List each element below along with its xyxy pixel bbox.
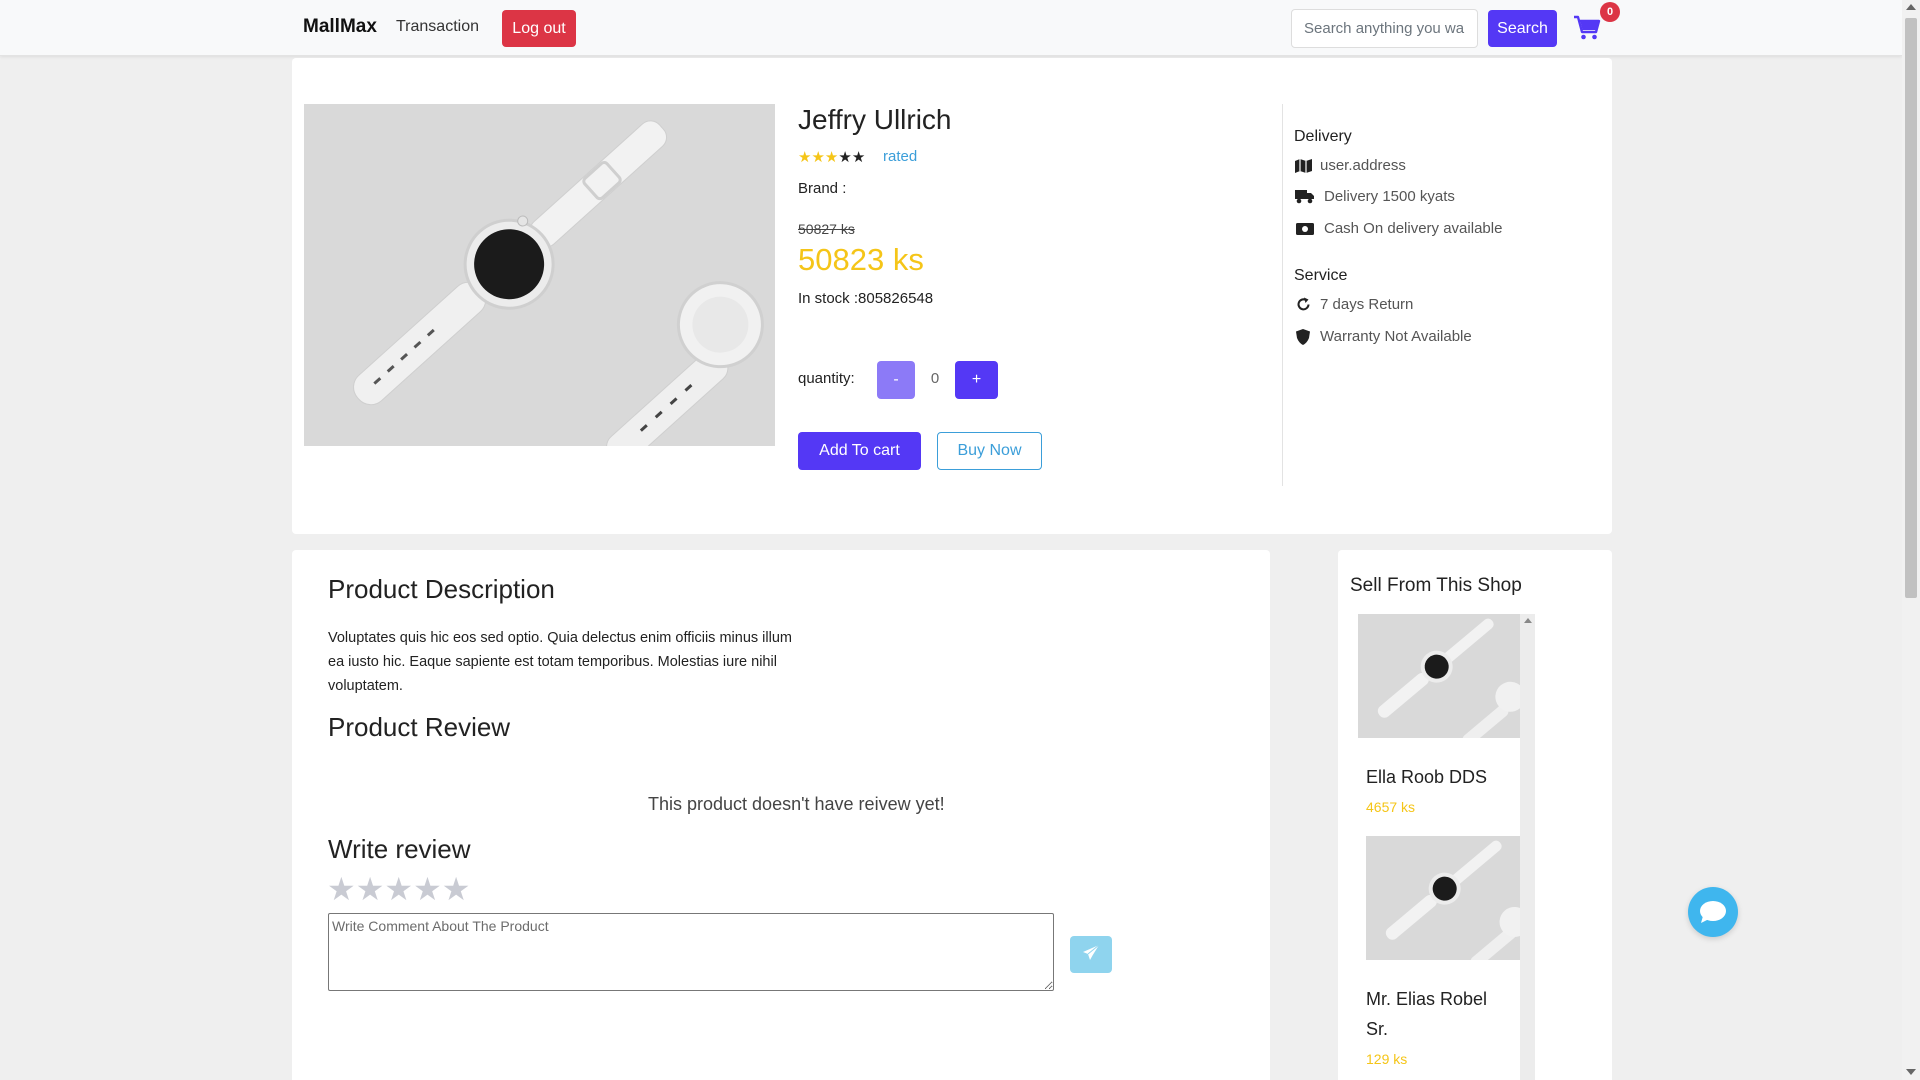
shop-heading: Sell From This Shop	[1350, 575, 1522, 596]
review-heading: Product Review	[328, 712, 511, 742]
add-to-cart-button[interactable]: Add To cart	[798, 432, 921, 470]
quantity-value: 0	[930, 370, 940, 387]
rate-star-icon[interactable]: ★	[356, 871, 385, 907]
delivery-fee: Delivery 1500 kyats	[1324, 188, 1455, 205]
navbar: MallMax Transaction Log out Search 0	[0, 0, 1902, 56]
cash-on-delivery: Cash On delivery available	[1324, 220, 1503, 237]
brand-label: Brand :	[798, 180, 847, 197]
watch-image-icon	[1358, 614, 1520, 738]
quantity-decrease-button[interactable]: -	[877, 361, 915, 399]
star-empty-icon: ★	[851, 149, 866, 166]
search-input[interactable]	[1291, 9, 1478, 48]
cart-icon[interactable]	[1573, 14, 1601, 42]
star-empty-icon: ★	[838, 149, 852, 166]
return-policy: 7 days Return	[1320, 296, 1414, 313]
quantity-label: quantity:	[798, 370, 855, 387]
star-filled-icon: ★	[811, 149, 825, 166]
paper-plane-icon	[1083, 944, 1100, 960]
rate-star-icon[interactable]: ★	[384, 871, 413, 907]
buy-now-button[interactable]: Buy Now	[937, 432, 1042, 470]
return-arrow-icon	[1294, 297, 1312, 313]
search-button[interactable]: Search	[1488, 10, 1557, 47]
star-filled-icon: ★	[824, 149, 839, 166]
truck-icon	[1294, 189, 1316, 205]
delivery-fee-row: Delivery 1500 kyats	[1294, 188, 1455, 205]
warranty-row: Warranty Not Available	[1294, 328, 1472, 345]
cod-row: Cash On delivery available	[1294, 220, 1502, 237]
money-bill-icon	[1294, 221, 1316, 237]
map-icon	[1294, 158, 1312, 174]
review-rating-input: ★★★★★	[327, 870, 470, 908]
logout-button[interactable]: Log out	[502, 10, 576, 47]
stock-info: In stock :805826548	[798, 290, 934, 307]
cart-count-badge: 0	[1600, 2, 1620, 22]
shop-product-name[interactable]: Mr. Elias Robel Sr.	[1366, 984, 1506, 1044]
star-filled-icon: ★	[798, 149, 812, 166]
delivery-address: user.address	[1320, 157, 1406, 174]
rate-star-icon[interactable]: ★	[442, 871, 471, 907]
watch-image-icon	[1366, 836, 1520, 960]
description-text: Voluptates quis hic eos sed optio. Quia …	[328, 630, 792, 694]
divider	[1282, 104, 1283, 486]
rate-star-icon[interactable]: ★	[413, 871, 442, 907]
chat-bubble-icon	[1700, 901, 1726, 923]
delivery-address-row: user.address	[1294, 157, 1406, 174]
shop-product-image[interactable]	[1366, 836, 1520, 960]
current-price: 50823 ks	[798, 242, 924, 277]
scroll-thumb[interactable]	[1905, 18, 1917, 598]
review-comment-input[interactable]	[328, 913, 1054, 991]
page-scrollbar[interactable]	[1902, 0, 1920, 1080]
return-row: 7 days Return	[1294, 296, 1413, 313]
write-review-heading: Write review	[328, 834, 471, 864]
chat-button[interactable]	[1688, 887, 1738, 937]
product-rating-stars: ★★★★★	[798, 148, 865, 166]
product-title: Jeffry Ullrich	[798, 104, 952, 135]
delivery-heading: Delivery	[1294, 128, 1352, 145]
scroll-up-arrow-icon[interactable]	[1906, 4, 1916, 10]
nav-link-transaction[interactable]: Transaction	[396, 18, 479, 36]
rate-star-icon[interactable]: ★	[327, 871, 356, 907]
watch-image-icon	[304, 104, 775, 446]
shop-product-price: 4657 ks	[1366, 799, 1416, 815]
shield-icon	[1294, 328, 1312, 345]
quantity-increase-button[interactable]: +	[955, 361, 998, 399]
rated-link[interactable]: rated	[883, 148, 917, 165]
shop-product-price: 129 ks	[1366, 1051, 1408, 1067]
warranty-info: Warranty Not Available	[1320, 328, 1472, 345]
shop-product-name[interactable]: Ella Roob DDS	[1366, 762, 1487, 792]
service-heading: Service	[1294, 267, 1348, 284]
old-price: 50827 ks	[798, 221, 855, 237]
shop-product-image[interactable]	[1358, 614, 1520, 738]
send-review-button[interactable]	[1070, 936, 1112, 973]
shop-list-scroll-up-icon[interactable]	[1524, 618, 1532, 623]
description-heading: Product Description	[328, 574, 555, 604]
scroll-down-arrow-icon[interactable]	[1906, 1069, 1916, 1075]
brand-logo[interactable]: MallMax	[303, 16, 377, 38]
no-review-message: This product doesn't have reivew yet!	[648, 794, 945, 814]
product-image	[304, 104, 775, 446]
